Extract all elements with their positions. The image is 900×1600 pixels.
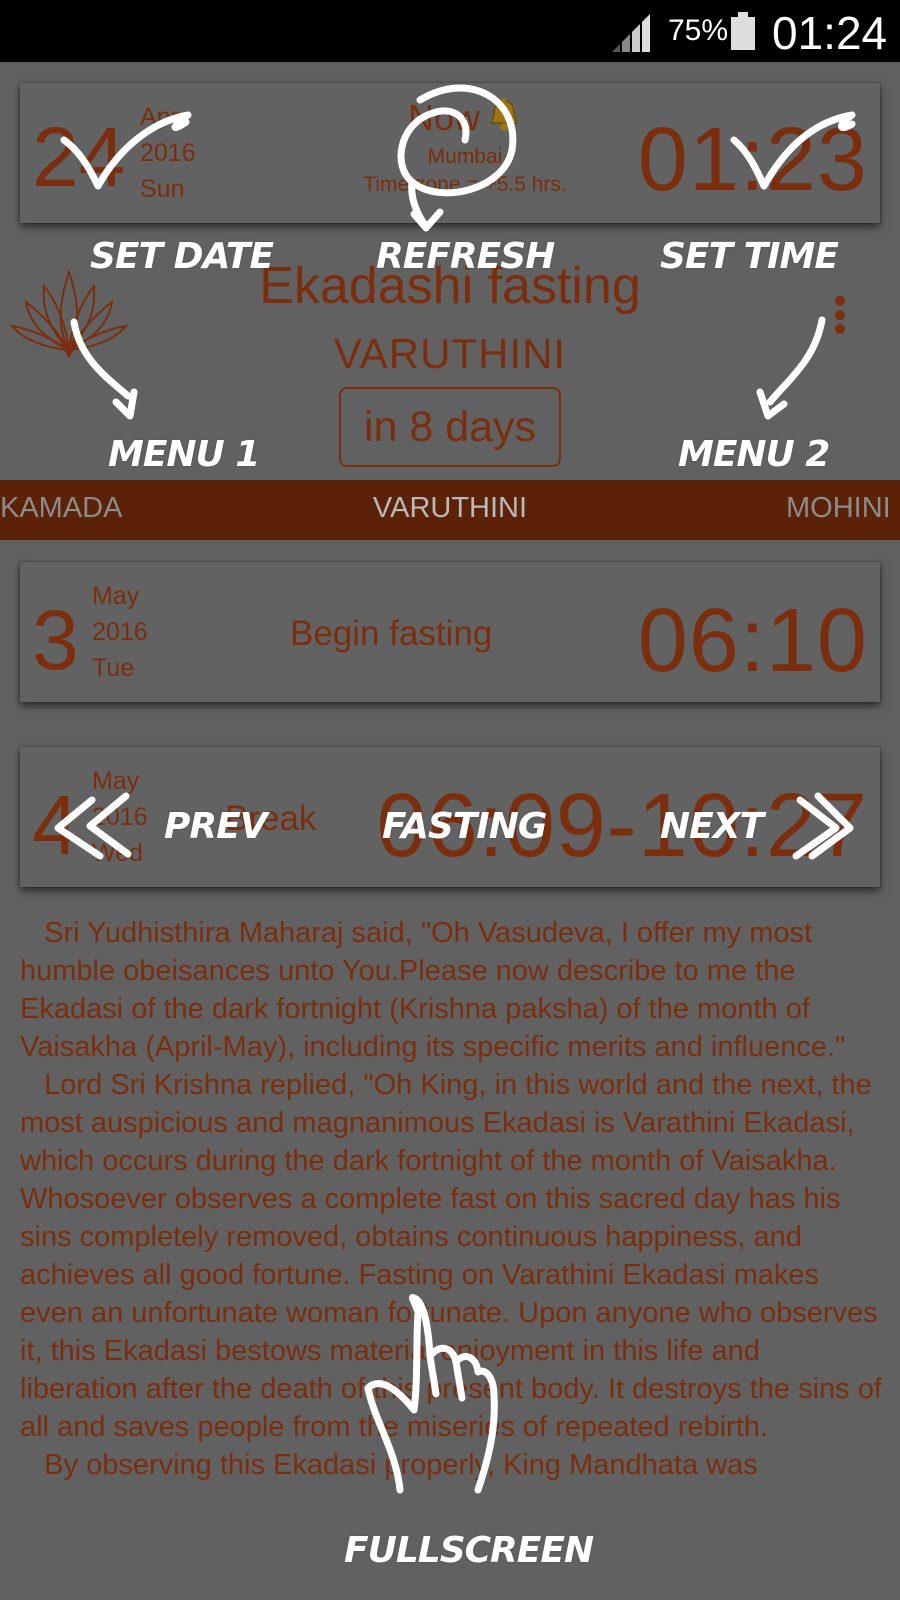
- menu-dot: [835, 324, 845, 334]
- now-city: Mumbai: [427, 145, 503, 168]
- begin-date-details: May 2016 Tue: [92, 578, 148, 686]
- begin-fasting-card[interactable]: 3 May 2016 Tue Begin fasting 06:10: [20, 562, 880, 702]
- break-day: 4: [32, 778, 79, 872]
- hint-next: NEXT: [660, 806, 764, 847]
- now-date-details[interactable]: Apr 2016 Sun: [140, 99, 196, 207]
- now-time[interactable]: 01:23: [638, 115, 868, 205]
- begin-time: 06:10: [637, 591, 868, 691]
- break-month: May: [92, 767, 140, 795]
- ekadasi-name: VARUTHINI: [333, 330, 567, 377]
- tab-next[interactable]: MOHINI: [786, 492, 891, 525]
- signal-icon: [612, 14, 650, 52]
- begin-weekday: Tue: [92, 654, 135, 682]
- now-year: 2016: [140, 139, 196, 167]
- begin-year: 2016: [92, 618, 148, 646]
- refresh-area[interactable]: Now Mumbai Time zone = +5.5 hrs.: [300, 97, 630, 197]
- hint-prev: PREV: [164, 806, 268, 847]
- begin-month: May: [92, 582, 140, 610]
- battery-icon: [731, 12, 755, 50]
- now-timezone: Time zone = +5.5 hrs.: [363, 173, 567, 196]
- hint-set-time: SET TIME: [660, 236, 839, 277]
- menu-dot: [835, 310, 845, 320]
- break-year: 2016: [92, 803, 148, 831]
- hint-menu-1: MENU 1: [108, 434, 260, 475]
- story-paragraph: Lord Sri Krishna replied, "Oh King, in t…: [20, 1069, 872, 1177]
- hint-menu-2: MENU 2: [678, 434, 830, 475]
- hint-fasting: FASTING: [382, 806, 547, 847]
- countdown-badge: in 8 days: [339, 387, 561, 467]
- now-month: Apr: [140, 103, 179, 131]
- ekadasi-tab-strip[interactable]: KAMADA VARUTHINI MOHINI: [0, 480, 900, 540]
- story-paragraph: Whosoever observes a complete fast on th…: [20, 1183, 882, 1443]
- tab-current[interactable]: VARUTHINI: [0, 492, 900, 525]
- begin-label: Begin fasting: [290, 614, 493, 653]
- hint-fullscreen: FULLSCREEN: [344, 1530, 594, 1571]
- story-paragraph: Sri Yudhisthira Maharaj said, "Oh Vasude…: [20, 917, 846, 1063]
- now-title: Now: [407, 97, 481, 138]
- break-weekday: Wed: [92, 839, 143, 867]
- bell-icon: [489, 98, 519, 131]
- now-date-day[interactable]: 24: [32, 115, 125, 199]
- now-title-row: Now: [300, 97, 630, 139]
- battery-percent: 75%: [668, 14, 729, 47]
- overflow-menu-icon[interactable]: [828, 296, 852, 340]
- now-weekday: Sun: [140, 175, 185, 203]
- status-bar: 75% 01:24: [0, 0, 900, 62]
- status-clock: 01:24: [772, 7, 888, 59]
- now-card: 24 Apr 2016 Sun Now Mumbai Time zone = +…: [20, 83, 880, 223]
- story-paragraph: By observing this Ekadasi properly, King…: [20, 1449, 758, 1481]
- hint-refresh: REFRESH: [376, 236, 555, 277]
- hint-set-date: SET DATE: [90, 236, 274, 277]
- menu-dot: [835, 296, 845, 306]
- story-text[interactable]: Sri Yudhisthira Maharaj said, "Oh Vasude…: [20, 914, 882, 1484]
- begin-day: 3: [32, 593, 79, 687]
- break-date-details: May 2016 Wed: [92, 763, 148, 871]
